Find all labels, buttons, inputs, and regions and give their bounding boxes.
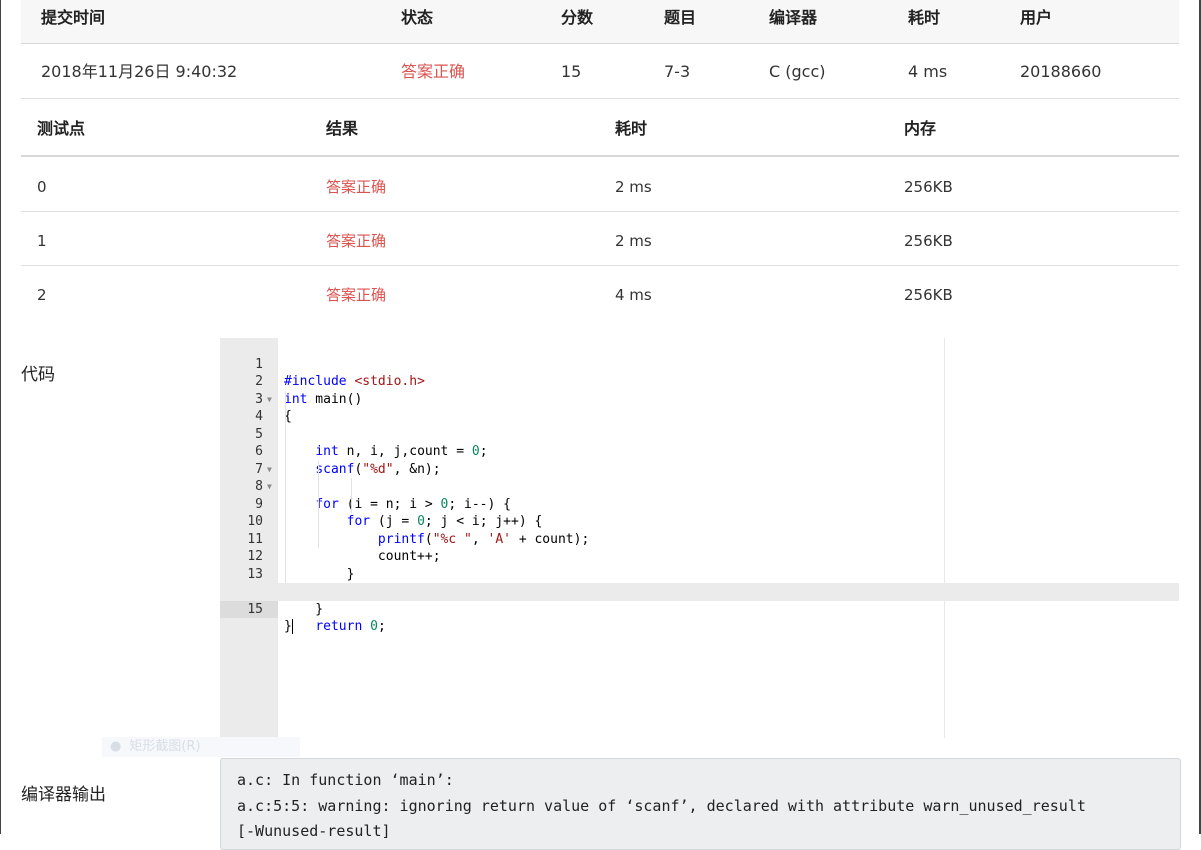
- text-cursor: [291, 619, 293, 634]
- code-line: 4 int n, i, j,count = 0;: [220, 390, 1179, 459]
- testcase-table-header: 测试点 结果 耗时 内存: [21, 101, 1179, 157]
- compiler-output-label: 编译器输出: [21, 785, 106, 805]
- header-score: 分数: [561, 8, 594, 27]
- submit-time: 2018年11月26日 9:40:32: [41, 62, 238, 81]
- header-submit-time: 提交时间: [41, 8, 106, 27]
- header-result: 结果: [326, 119, 359, 138]
- code-line: 8 ▼ for (j = 0; j < i; j++) {: [220, 460, 1179, 529]
- output-line: a.c: In function ‘main’:: [237, 771, 454, 789]
- code-line: 11 }: [220, 513, 1179, 582]
- testcase-memory: 256KB: [904, 178, 953, 196]
- testcase-id: 1: [37, 232, 47, 250]
- submission-table-header: 提交时间 状态 分数 题目 编译器 耗时 用户: [21, 0, 1179, 44]
- testcase-row: 1 答案正确 2 ms 256KB: [21, 212, 1179, 266]
- code-line-active: 15 }: [220, 583, 1179, 634]
- window-left-edge: [0, 0, 1, 834]
- code-line: 5 scanf("%d", &n);: [220, 408, 1179, 477]
- compiler: C (gcc): [769, 62, 826, 81]
- code-line: 10 count++;: [220, 495, 1179, 564]
- code-line: 2 int main(): [255, 374, 363, 407]
- code-line: 14 return 0;: [220, 565, 1179, 634]
- output-line: a.c:5:5: warning: ignoring return value …: [237, 796, 1086, 815]
- code-line: 3 ▼ {: [255, 391, 292, 425]
- testcase-row: 0 答案正确 2 ms 256KB: [21, 158, 1179, 212]
- header-compiler: 编译器: [769, 8, 818, 27]
- code-line: 12 printf("\n");: [220, 530, 1179, 599]
- header-status: 状态: [401, 8, 434, 27]
- submission-table: 提交时间 状态 分数 题目 编译器 耗时 用户 2018年11月26日 9:40…: [21, 0, 1179, 99]
- header-user: 用户: [1020, 8, 1053, 27]
- header-testcase: 测试点: [37, 119, 86, 138]
- testcase-time: 2 ms: [615, 178, 652, 196]
- testcase-row: 2 答案正确 4 ms 256KB: [21, 266, 1179, 319]
- testcase-memory: 256KB: [904, 232, 953, 250]
- testcase-time: 2 ms: [615, 232, 652, 250]
- compiler-output-box: a.c: In function ‘main’: a.c:5:5: warnin…: [220, 758, 1181, 850]
- user-link[interactable]: 20188660: [1020, 44, 1101, 100]
- ghost-context-menu: ● 矩形截图(R): [102, 737, 300, 757]
- output-line: [-Wunused-result]: [237, 822, 391, 840]
- code-line: 9 printf("%c ", 'A' + count);: [220, 478, 1179, 547]
- header-time: 耗时: [908, 8, 941, 27]
- testcase-result: 答案正确: [326, 232, 387, 250]
- testcase-result: 答案正确: [326, 178, 387, 196]
- code-line: 13 }: [220, 548, 1179, 617]
- testcase-result: 答案正确: [326, 286, 387, 304]
- header-problem: 题目: [664, 8, 697, 27]
- code-line: 1 #include <stdio.h>: [255, 356, 425, 390]
- submission-row: 2018年11月26日 9:40:32 答案正确 15 7-3 C (gcc) …: [21, 44, 1179, 99]
- testcase-time: 4 ms: [615, 286, 652, 304]
- code-line: 6: [220, 425, 1179, 459]
- code-label: 代码: [21, 365, 55, 385]
- testcase-memory: 256KB: [904, 286, 953, 304]
- problem-link[interactable]: 7-3: [664, 44, 690, 100]
- elapsed-time: 4 ms: [908, 62, 948, 81]
- score: 15: [561, 62, 582, 81]
- code-editor[interactable]: 1 #include <stdio.h> 2 int main() 3 ▼ { 4…: [220, 338, 1179, 738]
- header-memory: 内存: [904, 119, 937, 138]
- testcase-id: 0: [37, 178, 47, 196]
- header-testcase-time: 耗时: [615, 119, 648, 138]
- code-line: 7 ▼ for (i = n; i > 0; i--) {: [220, 443, 1179, 512]
- testcase-id: 2: [37, 286, 47, 304]
- status-badge: 答案正确: [401, 62, 466, 81]
